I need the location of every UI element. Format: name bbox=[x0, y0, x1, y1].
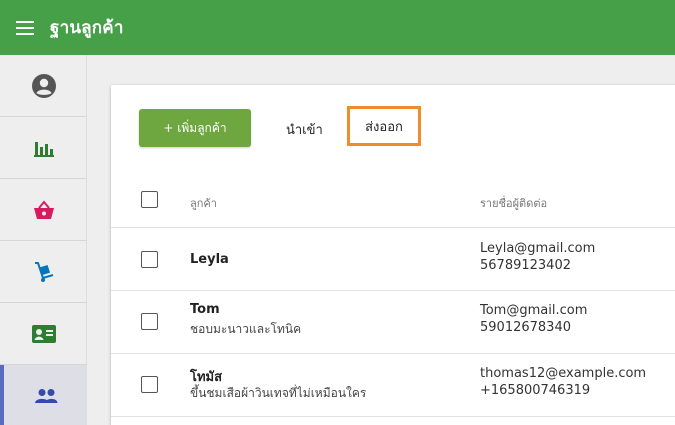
sidebar-item-account[interactable] bbox=[0, 55, 87, 117]
contact-card-icon bbox=[31, 324, 56, 343]
customer-name[interactable]: Tom bbox=[190, 302, 220, 317]
export-button[interactable]: ส่งออก bbox=[347, 106, 421, 146]
row-checkbox[interactable] bbox=[141, 251, 158, 268]
customer-email: thomas12@example.com bbox=[480, 366, 647, 381]
shopping-basket-icon bbox=[33, 199, 54, 219]
row-checkbox[interactable] bbox=[141, 313, 158, 330]
customer-phone: 56789123402 bbox=[480, 258, 571, 273]
menu-button[interactable] bbox=[0, 0, 40, 55]
sidebar-item-inventory[interactable] bbox=[0, 241, 87, 303]
column-header-contact: รายชื่อผู้ติดต่อ bbox=[480, 197, 548, 210]
table-divider bbox=[111, 353, 675, 354]
page-title: ฐานลูกค้า bbox=[50, 18, 124, 38]
customer-phone: +165800746319 bbox=[480, 383, 591, 398]
table-divider bbox=[111, 416, 675, 417]
sidebar-item-contacts[interactable] bbox=[0, 303, 87, 365]
customer-phone: 59012678340 bbox=[480, 320, 571, 335]
customer-note: ชอบมะนาวและโทนิค bbox=[190, 322, 302, 336]
table-divider bbox=[111, 227, 675, 228]
sidebar bbox=[0, 55, 87, 425]
main-content: + เพิ่มลูกค้า นำเข้า ส่งออก ลูกค้า รายชื… bbox=[87, 55, 675, 425]
customer-email: Leyla@gmail.com bbox=[480, 241, 596, 256]
hamburger-menu-icon bbox=[16, 20, 34, 35]
people-icon bbox=[34, 388, 57, 403]
customer-card: + เพิ่มลูกค้า นำเข้า ส่งออก ลูกค้า รายชื… bbox=[111, 85, 675, 425]
column-header-customer: ลูกค้า bbox=[190, 197, 217, 210]
table-divider bbox=[111, 290, 675, 291]
hand-truck-icon bbox=[34, 261, 53, 282]
import-button[interactable]: นำเข้า bbox=[286, 119, 323, 140]
customer-note: ขึ้นชมเสือผ้าวินเทจที่ไม่เหมือนใคร bbox=[190, 386, 367, 400]
account-circle-icon bbox=[31, 73, 56, 98]
customer-name[interactable]: Leyla bbox=[190, 252, 229, 267]
sidebar-item-sales[interactable] bbox=[0, 179, 87, 241]
select-all-checkbox[interactable] bbox=[141, 191, 158, 208]
sidebar-item-reports[interactable] bbox=[0, 117, 87, 179]
row-checkbox[interactable] bbox=[141, 376, 158, 393]
bar-chart-icon bbox=[33, 141, 54, 157]
add-customer-button[interactable]: + เพิ่มลูกค้า bbox=[139, 109, 251, 147]
customer-email: Tom@gmail.com bbox=[480, 303, 588, 318]
sidebar-item-customers[interactable] bbox=[0, 365, 87, 425]
app-bar: ฐานลูกค้า bbox=[0, 0, 675, 55]
